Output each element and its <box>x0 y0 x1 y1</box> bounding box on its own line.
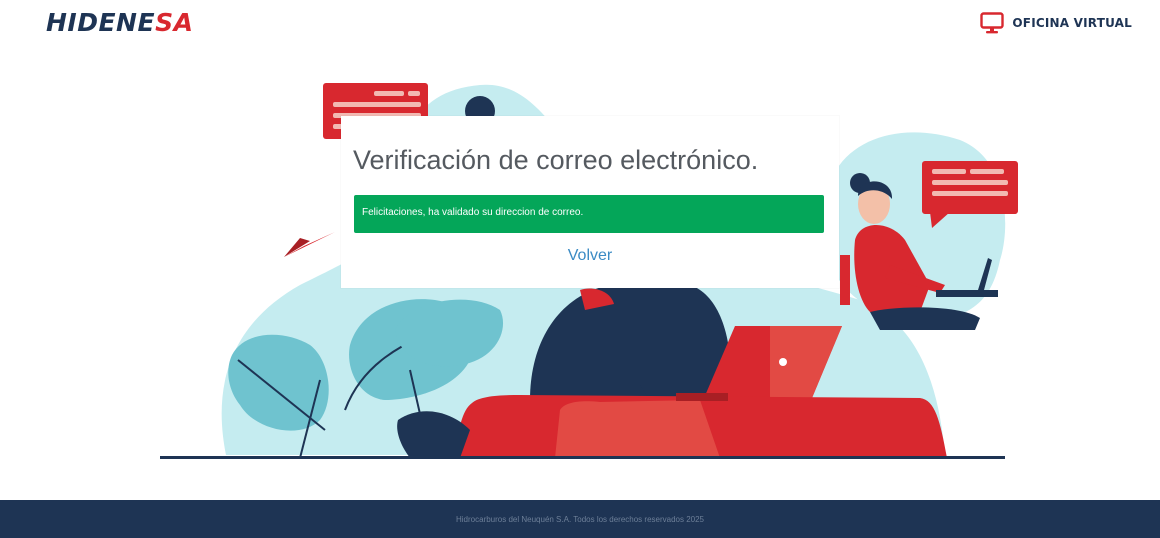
verification-card: Verificación de correo electrónico. Feli… <box>341 116 839 288</box>
paper-plane <box>284 232 335 257</box>
floor-line <box>160 456 1005 459</box>
success-alert: Felicitaciones, ha validado su direccion… <box>354 195 824 233</box>
footer: Hidrocarburos del Neuquén S.A. Todos los… <box>0 500 1160 538</box>
success-alert-text: Felicitaciones, ha validado su direccion… <box>362 207 584 218</box>
back-link[interactable]: Volver <box>341 247 839 265</box>
footer-copyright: Hidrocarburos del Neuquén S.A. Todos los… <box>456 514 704 524</box>
page-title: Verificación de correo electrónico. <box>353 145 759 175</box>
